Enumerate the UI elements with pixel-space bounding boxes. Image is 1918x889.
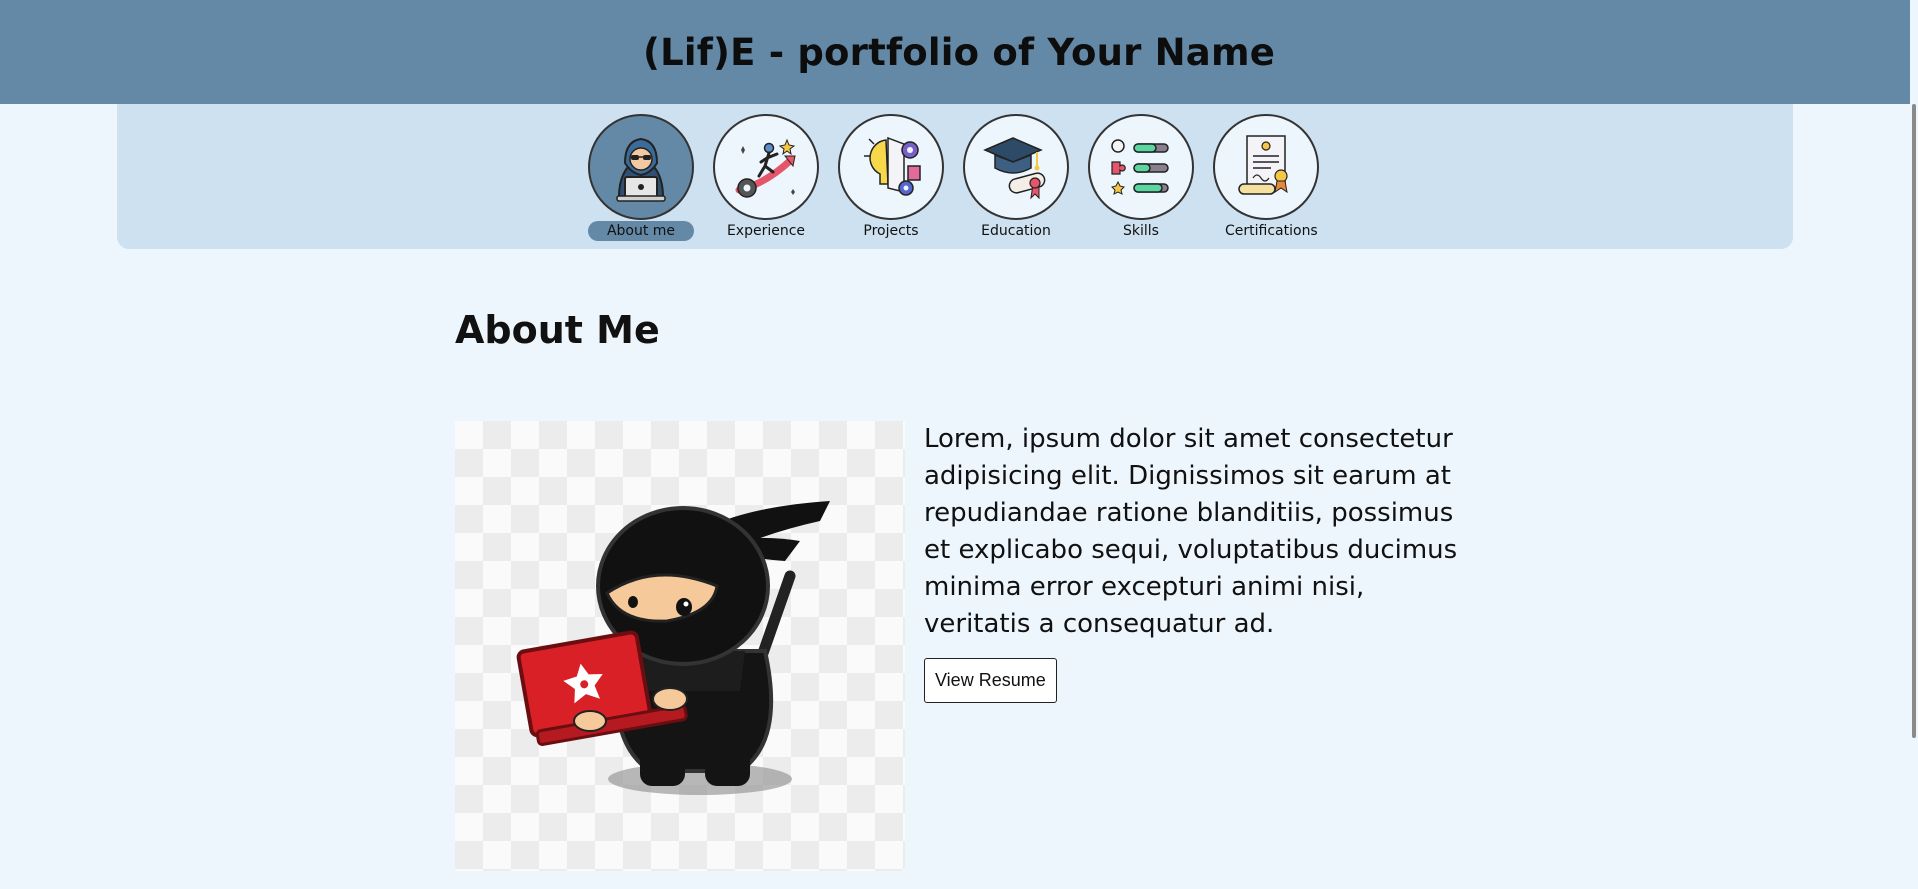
section-title: About Me (455, 308, 660, 352)
about-bio: Lorem, ipsum dolor sit amet consectetur … (924, 424, 1458, 639)
nav-label: Skills (1123, 223, 1159, 239)
nav-item-about-me[interactable]: About me (588, 114, 694, 241)
site-header: (Lif)E - portfolio of Your Name (0, 0, 1918, 104)
graduation-cap-diploma-icon[interactable] (963, 114, 1069, 220)
nav-label: About me (588, 221, 694, 241)
nav-item-skills[interactable]: Skills (1088, 114, 1194, 241)
nav-item-projects[interactable]: Projects (838, 114, 944, 241)
nav-label: Education (981, 223, 1051, 239)
nav-label: Experience (726, 223, 806, 239)
idea-gears-icon[interactable] (838, 114, 944, 220)
hacker-laptop-icon[interactable] (588, 114, 694, 220)
view-resume-button[interactable]: View Resume (924, 658, 1057, 703)
section-nav: About me Experience Projects Education S… (117, 104, 1793, 249)
ninja-laptop-illustration (455, 421, 905, 871)
nav-label: Certifications (1225, 223, 1318, 239)
skill-bars-icon[interactable] (1088, 114, 1194, 220)
site-title: (Lif)E - portfolio of Your Name (642, 30, 1276, 74)
career-climb-icon[interactable] (713, 114, 819, 220)
scrollbar[interactable] (1910, 0, 1918, 889)
scrollbar-thumb[interactable] (1912, 104, 1916, 738)
nav-item-education[interactable]: Education (963, 114, 1069, 241)
certificate-icon[interactable] (1213, 114, 1319, 220)
nav-label: Projects (863, 223, 919, 239)
nav-item-certifications[interactable]: Certifications (1213, 114, 1319, 241)
nav-item-experience[interactable]: Experience (713, 114, 819, 241)
